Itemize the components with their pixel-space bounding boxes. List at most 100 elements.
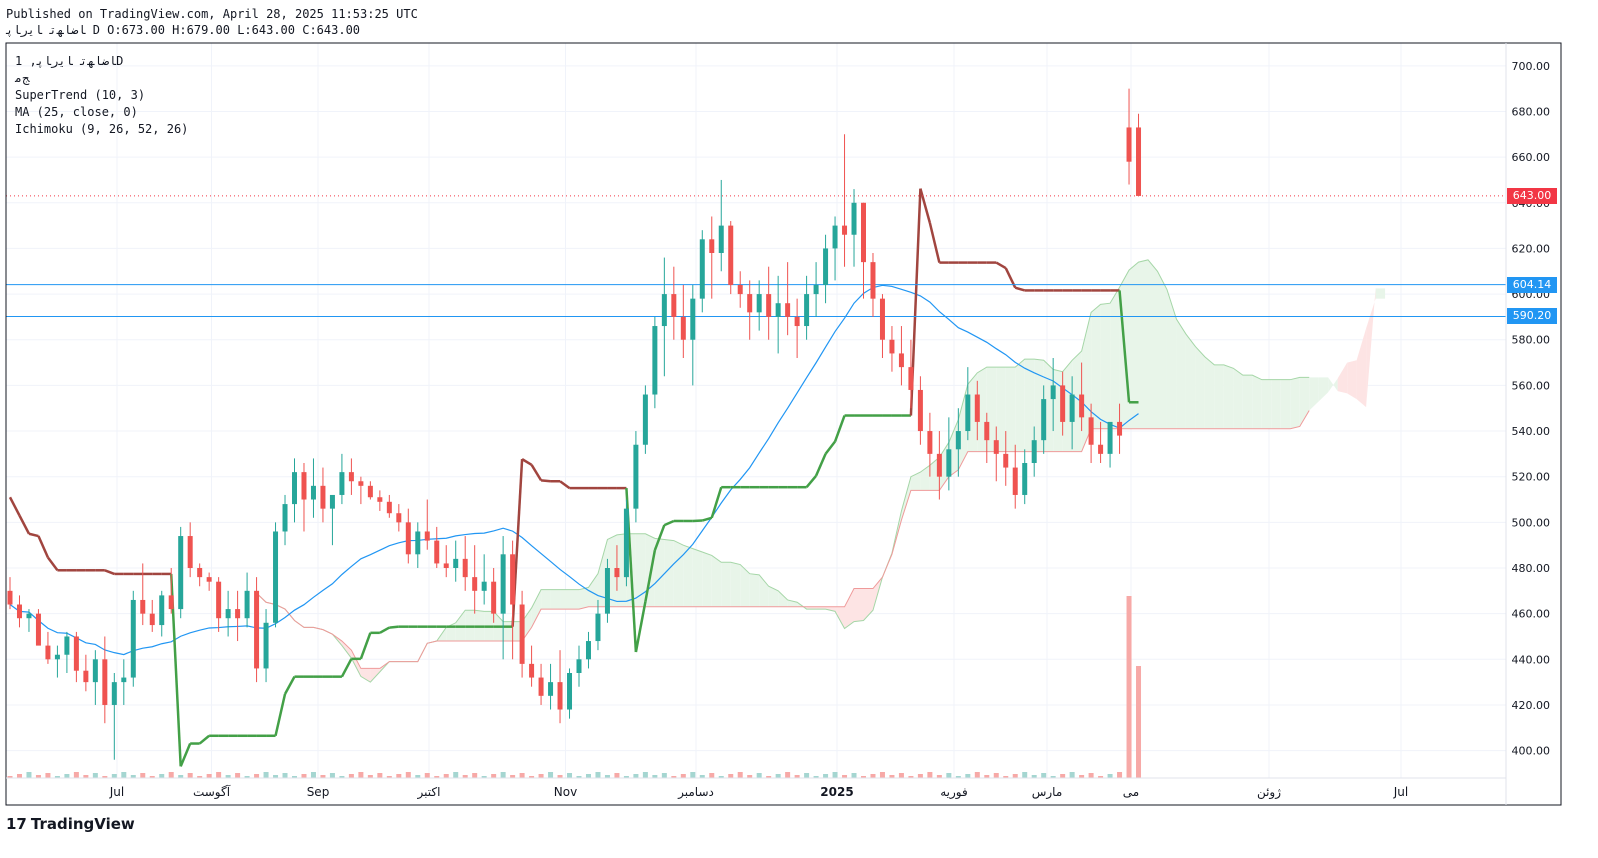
volume-bar xyxy=(472,773,478,778)
candle-body xyxy=(64,636,70,655)
cloud-segment xyxy=(749,573,760,607)
volume-bar xyxy=(680,774,686,778)
candle-body xyxy=(434,540,440,564)
candle-body xyxy=(45,645,51,660)
volume-bar xyxy=(946,773,952,778)
cloud-segment xyxy=(702,552,712,607)
volume-bar xyxy=(879,772,885,778)
cloud-segment xyxy=(996,367,1006,452)
volume-bar xyxy=(567,773,573,778)
supertrend-segment xyxy=(521,458,533,466)
candle-body xyxy=(254,590,260,669)
cloud-segment xyxy=(692,548,703,607)
candle-body xyxy=(728,225,734,285)
price-tick-label: 400.00 xyxy=(1512,745,1551,758)
price-tick-label: 560.00 xyxy=(1512,379,1551,392)
cloud-segment xyxy=(1309,377,1319,411)
volume-bar xyxy=(519,773,525,778)
cloud-segment xyxy=(1100,303,1111,429)
supertrend-segment xyxy=(104,569,115,576)
supertrend-segment xyxy=(37,535,50,559)
candle-body xyxy=(282,504,288,532)
candle-body xyxy=(699,239,705,299)
cloud-segment xyxy=(550,589,561,610)
candle-body xyxy=(244,590,250,619)
candle-body xyxy=(225,609,231,619)
candle-body xyxy=(747,294,753,313)
supertrend-segment xyxy=(824,440,837,455)
candle-body xyxy=(623,508,629,578)
cloud-segment xyxy=(1005,367,1016,452)
time-tick-label: Sep xyxy=(307,785,330,799)
time-tick-label: مارس xyxy=(1032,785,1063,800)
candle-body xyxy=(263,622,269,669)
candle-body xyxy=(197,568,203,578)
volume-bar xyxy=(1136,666,1142,778)
volume-bar xyxy=(804,773,810,778)
candle-body xyxy=(993,440,999,454)
candle-body xyxy=(1117,421,1123,436)
candle-body xyxy=(206,577,212,582)
cloud-segment xyxy=(531,589,542,628)
volume-bar xyxy=(206,774,212,778)
volume-bar xyxy=(993,773,999,778)
volume-bar xyxy=(92,773,98,778)
candle-body xyxy=(870,262,876,299)
candle-body xyxy=(804,294,810,327)
candle-body xyxy=(585,641,591,660)
candle-body xyxy=(415,531,421,555)
candle-body xyxy=(310,485,316,500)
candle-body xyxy=(491,581,497,614)
candle-body xyxy=(92,659,98,683)
cloud-segment xyxy=(560,589,570,610)
time-tick-label: دسامبر xyxy=(677,785,714,800)
time-tick-label: Jul xyxy=(109,785,124,799)
price-tick-label: 660.00 xyxy=(1512,151,1551,164)
candle-body xyxy=(595,613,601,642)
volume-bar xyxy=(927,772,933,778)
cloud-segment xyxy=(1223,364,1234,429)
candle-body xyxy=(510,554,516,605)
volume-bar xyxy=(898,773,904,778)
candle-body xyxy=(1050,385,1056,400)
candle-body xyxy=(1060,385,1066,422)
cloud-segment xyxy=(1366,288,1376,408)
ichimoku-cloud xyxy=(256,259,1386,683)
candle-body xyxy=(756,294,762,313)
candle-body xyxy=(377,497,383,502)
cloud-segment xyxy=(569,589,579,610)
candle-body xyxy=(472,577,478,591)
price-tick-label: 480.00 xyxy=(1512,562,1551,575)
candle-body xyxy=(121,677,127,683)
volume-bar xyxy=(1107,774,1113,778)
volume-bar xyxy=(348,774,354,778)
cloud-segment xyxy=(1233,368,1243,429)
cloud-segment xyxy=(1138,259,1148,429)
candle-body xyxy=(405,522,411,555)
cloud-segment xyxy=(1252,375,1262,429)
volume-bar xyxy=(16,774,22,778)
legend-supertrend: SuperTrend (10, 3) xyxy=(15,88,146,102)
candle-body xyxy=(936,453,942,477)
volume-bar xyxy=(26,772,32,778)
tradingview-logo[interactable]: 17 TradingView xyxy=(6,815,135,833)
candle-body xyxy=(481,581,487,591)
volume-bar xyxy=(548,772,554,778)
volume-bar xyxy=(358,772,364,778)
volume-bar xyxy=(111,774,117,778)
price-chart[interactable]: 400.00 420.00 440.00 460.00 480.00 500.00 520.… xyxy=(0,0,1598,858)
volume-bar xyxy=(121,772,127,778)
candle-body xyxy=(168,595,174,610)
volume-bar xyxy=(329,773,335,778)
candle-body xyxy=(548,682,554,696)
cloud-segment xyxy=(1148,259,1158,429)
candle-body xyxy=(614,568,620,578)
candle-body xyxy=(737,284,743,295)
candle-body xyxy=(567,673,573,710)
cloud-segment xyxy=(579,587,589,610)
candle-body xyxy=(216,581,222,619)
volume-bar xyxy=(168,772,174,778)
volume-bar xyxy=(443,774,449,778)
volume-bar xyxy=(377,773,383,778)
cloud-segment xyxy=(730,562,741,607)
